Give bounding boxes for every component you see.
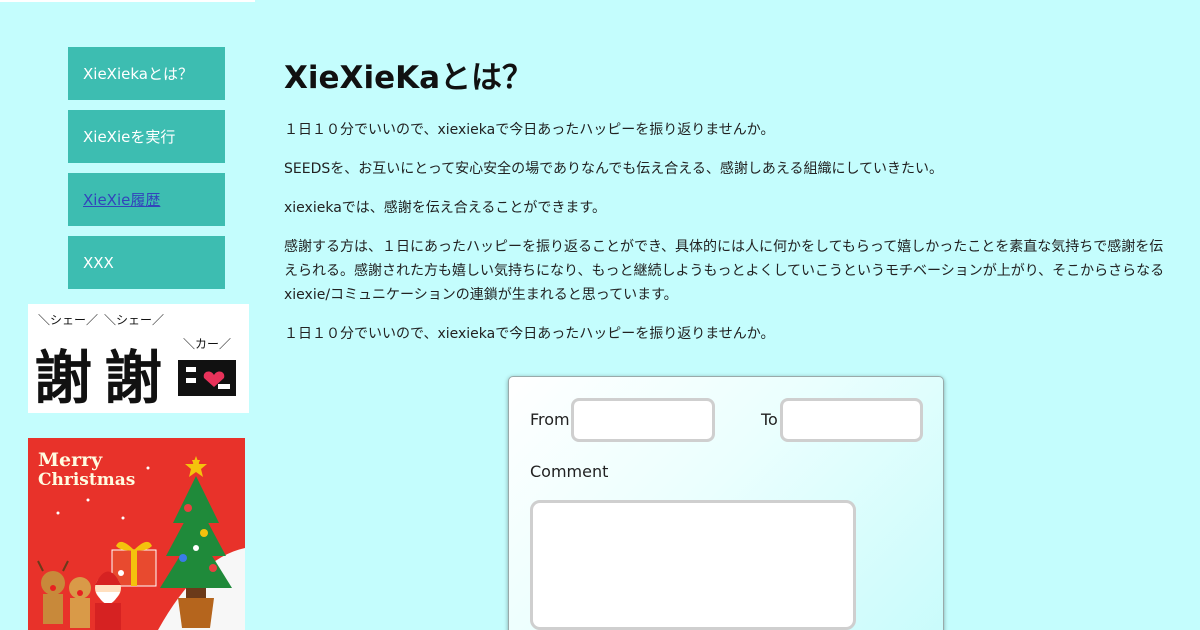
page-title: XieXieKaとは？	[284, 60, 534, 96]
christmas-illustration: Merry Christmas	[37, 449, 245, 630]
paragraph-seeds: SEEDSを、お互いにとって安心安全の場でありなんでも伝え合える、感謝しあえる組…	[284, 161, 944, 177]
xiexieka-logo: ＼シェー／ ＼シェー／ ＼カー／ 謝 謝	[28, 304, 249, 413]
paragraph-feature: xiexiekaでは、感謝を伝え合えることができます。	[284, 200, 606, 216]
paragraph-intro: １日１０分でいいので、xiexiekaで今日あったハッピーを振り返りませんか。	[284, 122, 775, 138]
from-label: From	[530, 410, 570, 429]
banner-line-1: Merry	[38, 449, 103, 471]
nav-item-execute[interactable]: XieXieを実行	[68, 110, 225, 163]
nav-item-history-label: XieXie履歴	[83, 191, 161, 209]
paragraph-cta: １日１０分でいいので、xiexiekaで今日あったハッピーを振り返りませんか。	[284, 326, 775, 342]
to-input[interactable]	[780, 398, 923, 442]
logo-graphic: ＼シェー／ ＼シェー／ ＼カー／ 謝 謝	[34, 313, 236, 412]
nav-item-about[interactable]: XieXiekaとは？	[68, 47, 225, 100]
gift-box-icon	[111, 541, 157, 587]
nav-item-xxx-label: XXX	[83, 253, 114, 272]
paragraph-benefits: 感謝する方は、１日にあったハッピーを振り返ることができ、具体的には人に何かをして…	[284, 239, 1165, 303]
christmas-banner: Merry Christmas	[28, 438, 245, 630]
logo-sound-left: ＼シェー／	[38, 313, 98, 327]
from-input[interactable]	[571, 398, 715, 442]
logo-sound-mid: ＼シェー／	[104, 313, 164, 327]
comment-textarea[interactable]	[530, 500, 856, 630]
nav-item-xxx[interactable]: XXX	[68, 236, 225, 289]
nav-item-execute-label: XieXieを実行	[83, 128, 176, 146]
nav-item-history[interactable]: XieXie履歴	[68, 173, 225, 226]
banner-line-2: Christmas	[38, 470, 135, 490]
logo-sound-right: ＼カー／	[183, 337, 231, 351]
reindeer-icon	[37, 560, 91, 628]
envelope-heart-icon	[178, 360, 236, 396]
comment-label: Comment	[530, 462, 609, 481]
nav-item-about-label: XieXiekaとは？	[83, 65, 193, 83]
xiexie-form-card: From To Comment	[508, 376, 944, 630]
sidebar: XieXiekaとは？ XieXieを実行 XieXie履歴 XXX ＼シェー／…	[0, 0, 260, 630]
logo-kanji-2: 謝	[104, 344, 162, 412]
to-label: To	[761, 410, 778, 429]
logo-kanji-1: 謝	[34, 344, 92, 412]
